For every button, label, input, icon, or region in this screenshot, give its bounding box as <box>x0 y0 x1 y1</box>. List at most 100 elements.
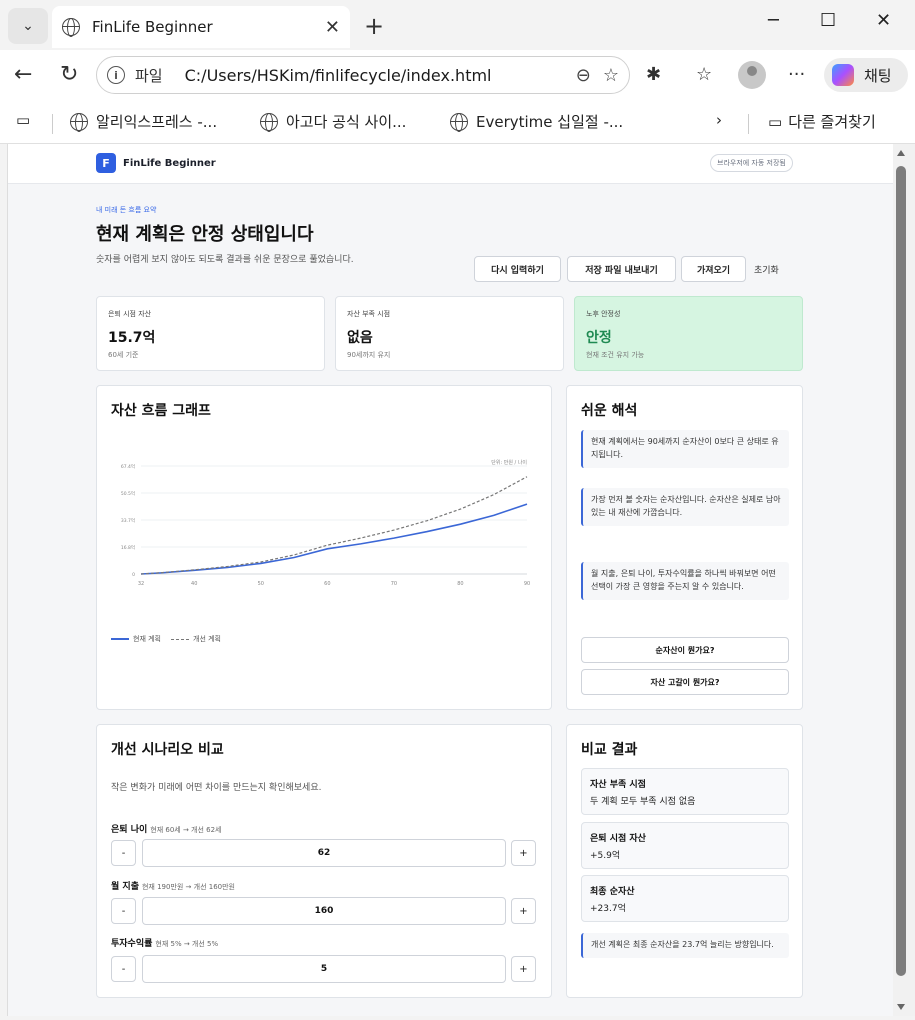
favorite-star-icon[interactable]: ☆ <box>603 65 619 86</box>
info-icon[interactable]: i <box>107 66 125 84</box>
return-rate-decrement-button[interactable]: - <box>111 956 136 982</box>
folder-icon: ▭ <box>768 112 783 131</box>
y-tick-label: 0 <box>132 572 135 578</box>
export-button[interactable]: 저장 파일 내보내기 <box>567 256 676 282</box>
app-header: F FinLife Beginner 브라우저에 자동 저장됨 <box>8 144 893 184</box>
globe-icon <box>450 112 468 132</box>
reading-list-icon[interactable]: ▭ <box>16 111 30 129</box>
retirement-age-input[interactable]: 62 <box>142 839 506 867</box>
chart-card: 자산 흐름 그래프 0 16.8억 33.7억 50.5억 67.4억 32 40 50 60 7… <box>96 385 552 710</box>
what-is-net-worth-button[interactable]: 순자산이 뭔가요? <box>581 637 789 663</box>
page-title: 현재 계획은 안정 상태입니다 <box>96 224 314 245</box>
compare-item: 자산 부족 시점 두 계획 모두 부족 시점 없음 <box>581 768 789 815</box>
bookmark-aliexpress[interactable]: 알리익스프레스 -... <box>70 111 217 132</box>
scenario-description: 작은 변화가 미래에 어떤 차이를 만드는지 확인해보세요. <box>111 783 322 793</box>
chevron-right-icon[interactable]: › <box>716 111 722 129</box>
y-tick-label: 33.7억 <box>121 517 135 524</box>
favorites-icon[interactable]: ☆ <box>696 64 712 85</box>
scrollbar-thumb[interactable] <box>896 166 906 976</box>
x-tick-label: 60 <box>324 581 330 587</box>
globe-icon <box>62 18 80 37</box>
globe-icon <box>70 112 88 132</box>
other-favorites[interactable]: ▭ 다른 즐겨찾기 <box>768 111 876 132</box>
kpi-label: 노후 안정성 <box>586 310 621 318</box>
scroll-up-icon[interactable] <box>897 150 905 156</box>
return-rate-input[interactable]: 5 <box>142 955 506 983</box>
chart-unit-label: 단위: 만원 / 나이 <box>491 459 527 466</box>
legend-current: 현재 계획 <box>133 635 161 643</box>
bookmark-agoda[interactable]: 아고다 공식 사이... <box>260 111 406 132</box>
browser-chrome: ⌄ FinLife Beginner ✕ + ─ ☐ ✕ ← ↻ i 파일 C:… <box>0 0 915 144</box>
retirement-age-decrement-button[interactable]: - <box>111 840 136 866</box>
hero-eyebrow: 내 미래 돈 흐름 요약 <box>96 206 157 214</box>
url-text[interactable]: C:/Users/HSKim/finlifecycle/index.html <box>185 66 564 85</box>
y-tick-label: 67.4억 <box>121 463 135 470</box>
profile-avatar[interactable] <box>738 61 766 89</box>
page-scrollbar[interactable] <box>893 144 915 1016</box>
zoom-icon[interactable]: ⊖ <box>576 65 591 86</box>
x-tick-label: 70 <box>391 581 397 587</box>
monthly-spend-decrement-button[interactable]: - <box>111 898 136 924</box>
scenario-card: 개선 시나리오 비교 작은 변화가 미래에 어떤 차이를 만드는지 확인해보세요… <box>96 724 552 998</box>
close-icon[interactable]: ✕ <box>325 17 340 38</box>
bookmark-everytime[interactable]: Everytime 십일절 -... <box>450 111 623 132</box>
bookmark-label: 알리익스프레스 -... <box>96 113 218 131</box>
compare-item-title: 은퇴 시점 자산 <box>590 834 646 844</box>
other-favorites-label: 다른 즐겨찾기 <box>788 113 876 131</box>
kpi-shortfall-age: 자산 부족 시점 없음 90세까지 유지 <box>335 296 564 371</box>
interpretation-title: 쉬운 해석 <box>581 403 638 419</box>
bookmark-separator <box>52 114 53 134</box>
return-rate-increment-button[interactable]: + <box>511 956 536 982</box>
back-icon[interactable]: ← <box>14 62 32 87</box>
field-label: 월 지출 <box>111 882 139 892</box>
address-bar[interactable]: i 파일 C:/Users/HSKim/finlifecycle/index.h… <box>96 56 630 94</box>
reset-button[interactable]: 초기화 <box>754 263 779 276</box>
new-tab-button[interactable]: + <box>364 12 384 40</box>
y-tick-label: 16.8억 <box>121 544 135 551</box>
reenter-button[interactable]: 다시 입력하기 <box>474 256 561 282</box>
autosave-badge: 브라우저에 자동 저장됨 <box>710 154 793 172</box>
maximize-icon[interactable]: ☐ <box>820 10 836 31</box>
compare-item-title: 최종 순자산 <box>590 887 635 897</box>
chart-card-title: 자산 흐름 그래프 <box>111 403 211 419</box>
import-button[interactable]: 가져오기 <box>681 256 746 282</box>
monthly-spend-input[interactable]: 160 <box>142 897 506 925</box>
legend-swatch-improved <box>171 638 189 640</box>
bookmarks-bar: ▭ 알리익스프레스 -... 아고다 공식 사이... Everytime 십일… <box>0 102 915 144</box>
compare-card: 비교 결과 자산 부족 시점 두 계획 모두 부족 시점 없음 은퇴 시점 자산… <box>566 724 803 998</box>
interpretation-item: 현재 계획에서는 90세까지 순자산이 0보다 큰 상태로 유지됩니다. <box>581 430 789 468</box>
what-is-depletion-button[interactable]: 자산 고갈이 뭔가요? <box>581 669 789 695</box>
x-tick-label: 40 <box>191 581 197 587</box>
window-close-icon[interactable]: ✕ <box>876 10 891 31</box>
tab-active[interactable]: FinLife Beginner ✕ <box>52 6 350 48</box>
monthly-spend-increment-button[interactable]: + <box>511 898 536 924</box>
page-viewport: F FinLife Beginner 브라우저에 자동 저장됨 내 미래 돈 흐… <box>7 144 893 1016</box>
page-subtitle: 숫자를 어렵게 보지 않아도 되도록 결과를 쉬운 문장으로 풀었습니다. <box>96 255 354 265</box>
field-hint: 현재 60세 → 개선 62세 <box>150 826 222 834</box>
compare-item-desc: 두 계획 모두 부족 시점 없음 <box>590 797 696 807</box>
interpretation-item: 가장 먼저 볼 숫자는 순자산입니다. 순자산은 실제로 남아 있는 내 재산에… <box>581 488 789 526</box>
kpi-value: 안정 <box>586 330 612 346</box>
interpretation-item: 월 지출, 은퇴 나이, 투자수익률을 하나씩 바꿔보면 어떤 선택이 가장 큰… <box>581 562 789 600</box>
compare-item: 최종 순자산 +23.7억 <box>581 875 789 922</box>
kpi-note: 90세까지 유지 <box>347 351 391 359</box>
retirement-age-label: 은퇴 나이 현재 60세 → 개선 62세 <box>111 822 222 835</box>
address-scheme-label: 파일 <box>135 66 163 85</box>
minimize-icon[interactable]: ─ <box>768 10 779 31</box>
more-icon[interactable]: ··· <box>788 64 805 85</box>
brand[interactable]: F FinLife Beginner <box>96 153 216 173</box>
extensions-icon[interactable]: ✱ <box>646 64 661 85</box>
tab-list-button[interactable]: ⌄ <box>8 8 48 44</box>
kpi-value: 15.7억 <box>108 330 156 346</box>
copilot-label: 채팅 <box>864 66 892 85</box>
x-tick-label: 50 <box>258 581 264 587</box>
kpi-note: 60세 기준 <box>108 351 139 359</box>
copilot-button[interactable]: 채팅 <box>824 58 908 92</box>
bookmark-separator <box>748 114 749 134</box>
retirement-age-increment-button[interactable]: + <box>511 840 536 866</box>
scroll-down-icon[interactable] <box>897 1004 905 1010</box>
refresh-icon[interactable]: ↻ <box>60 62 78 87</box>
field-label: 투자수익률 <box>111 939 153 949</box>
x-tick-label: 90 <box>524 581 530 587</box>
legend-swatch-current <box>111 638 129 640</box>
